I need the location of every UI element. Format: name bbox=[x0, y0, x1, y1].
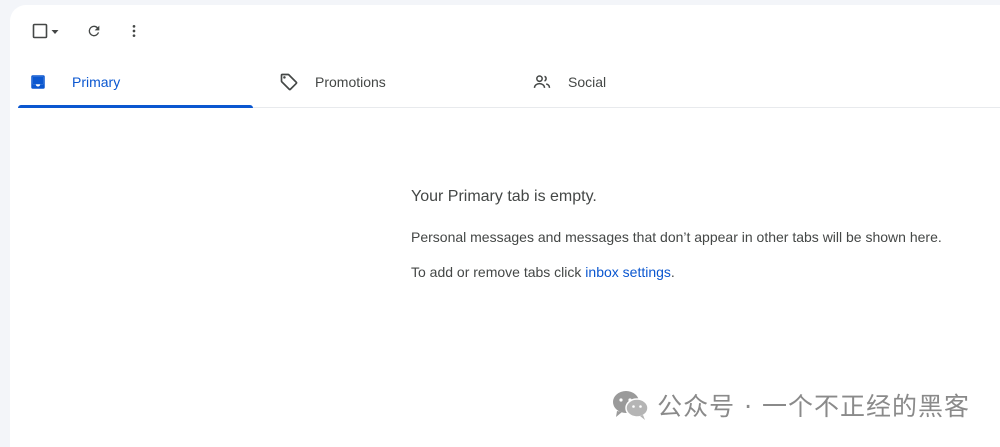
tab-promotions[interactable]: Promotions bbox=[279, 57, 529, 107]
watermark: 公众号 · 一个不正经的黑客 bbox=[611, 387, 970, 423]
tab-social[interactable]: Social bbox=[532, 57, 782, 107]
more-vert-icon[interactable] bbox=[126, 23, 142, 44]
hint-prefix: To add or remove tabs click bbox=[411, 264, 586, 280]
select-all-button[interactable] bbox=[26, 19, 66, 47]
tab-primary[interactable]: Primary bbox=[18, 57, 253, 108]
refresh-icon[interactable] bbox=[86, 23, 102, 44]
empty-state: Your Primary tab is empty. Personal mess… bbox=[411, 187, 991, 281]
wechat-icon bbox=[611, 389, 649, 421]
people-icon bbox=[532, 72, 552, 92]
watermark-text: 公众号 · 一个不正经的黑客 bbox=[657, 392, 970, 421]
active-tab-indicator bbox=[18, 105, 253, 108]
mail-panel: Primary Promotions Social Your Primary t… bbox=[10, 5, 1000, 447]
inbox-settings-link[interactable]: inbox settings bbox=[585, 264, 671, 280]
tab-social-label: Social bbox=[568, 74, 607, 90]
empty-state-hint: To add or remove tabs click inbox settin… bbox=[411, 263, 991, 281]
empty-state-title: Your Primary tab is empty. bbox=[411, 188, 597, 205]
tab-promotions-label: Promotions bbox=[315, 74, 386, 90]
hint-suffix: . bbox=[670, 264, 675, 280]
tag-icon bbox=[279, 72, 299, 92]
inbox-icon bbox=[28, 72, 48, 92]
checkbox-outline-icon[interactable] bbox=[32, 23, 48, 44]
refresh-button[interactable] bbox=[80, 19, 108, 47]
more-options-button[interactable] bbox=[120, 19, 148, 47]
category-tabs: Primary Promotions Social bbox=[18, 57, 1000, 108]
empty-state-description: Personal messages and messages that don’… bbox=[411, 229, 942, 245]
toolbar bbox=[26, 15, 148, 51]
caret-down-icon[interactable] bbox=[50, 24, 60, 42]
tab-primary-label: Primary bbox=[72, 74, 121, 90]
